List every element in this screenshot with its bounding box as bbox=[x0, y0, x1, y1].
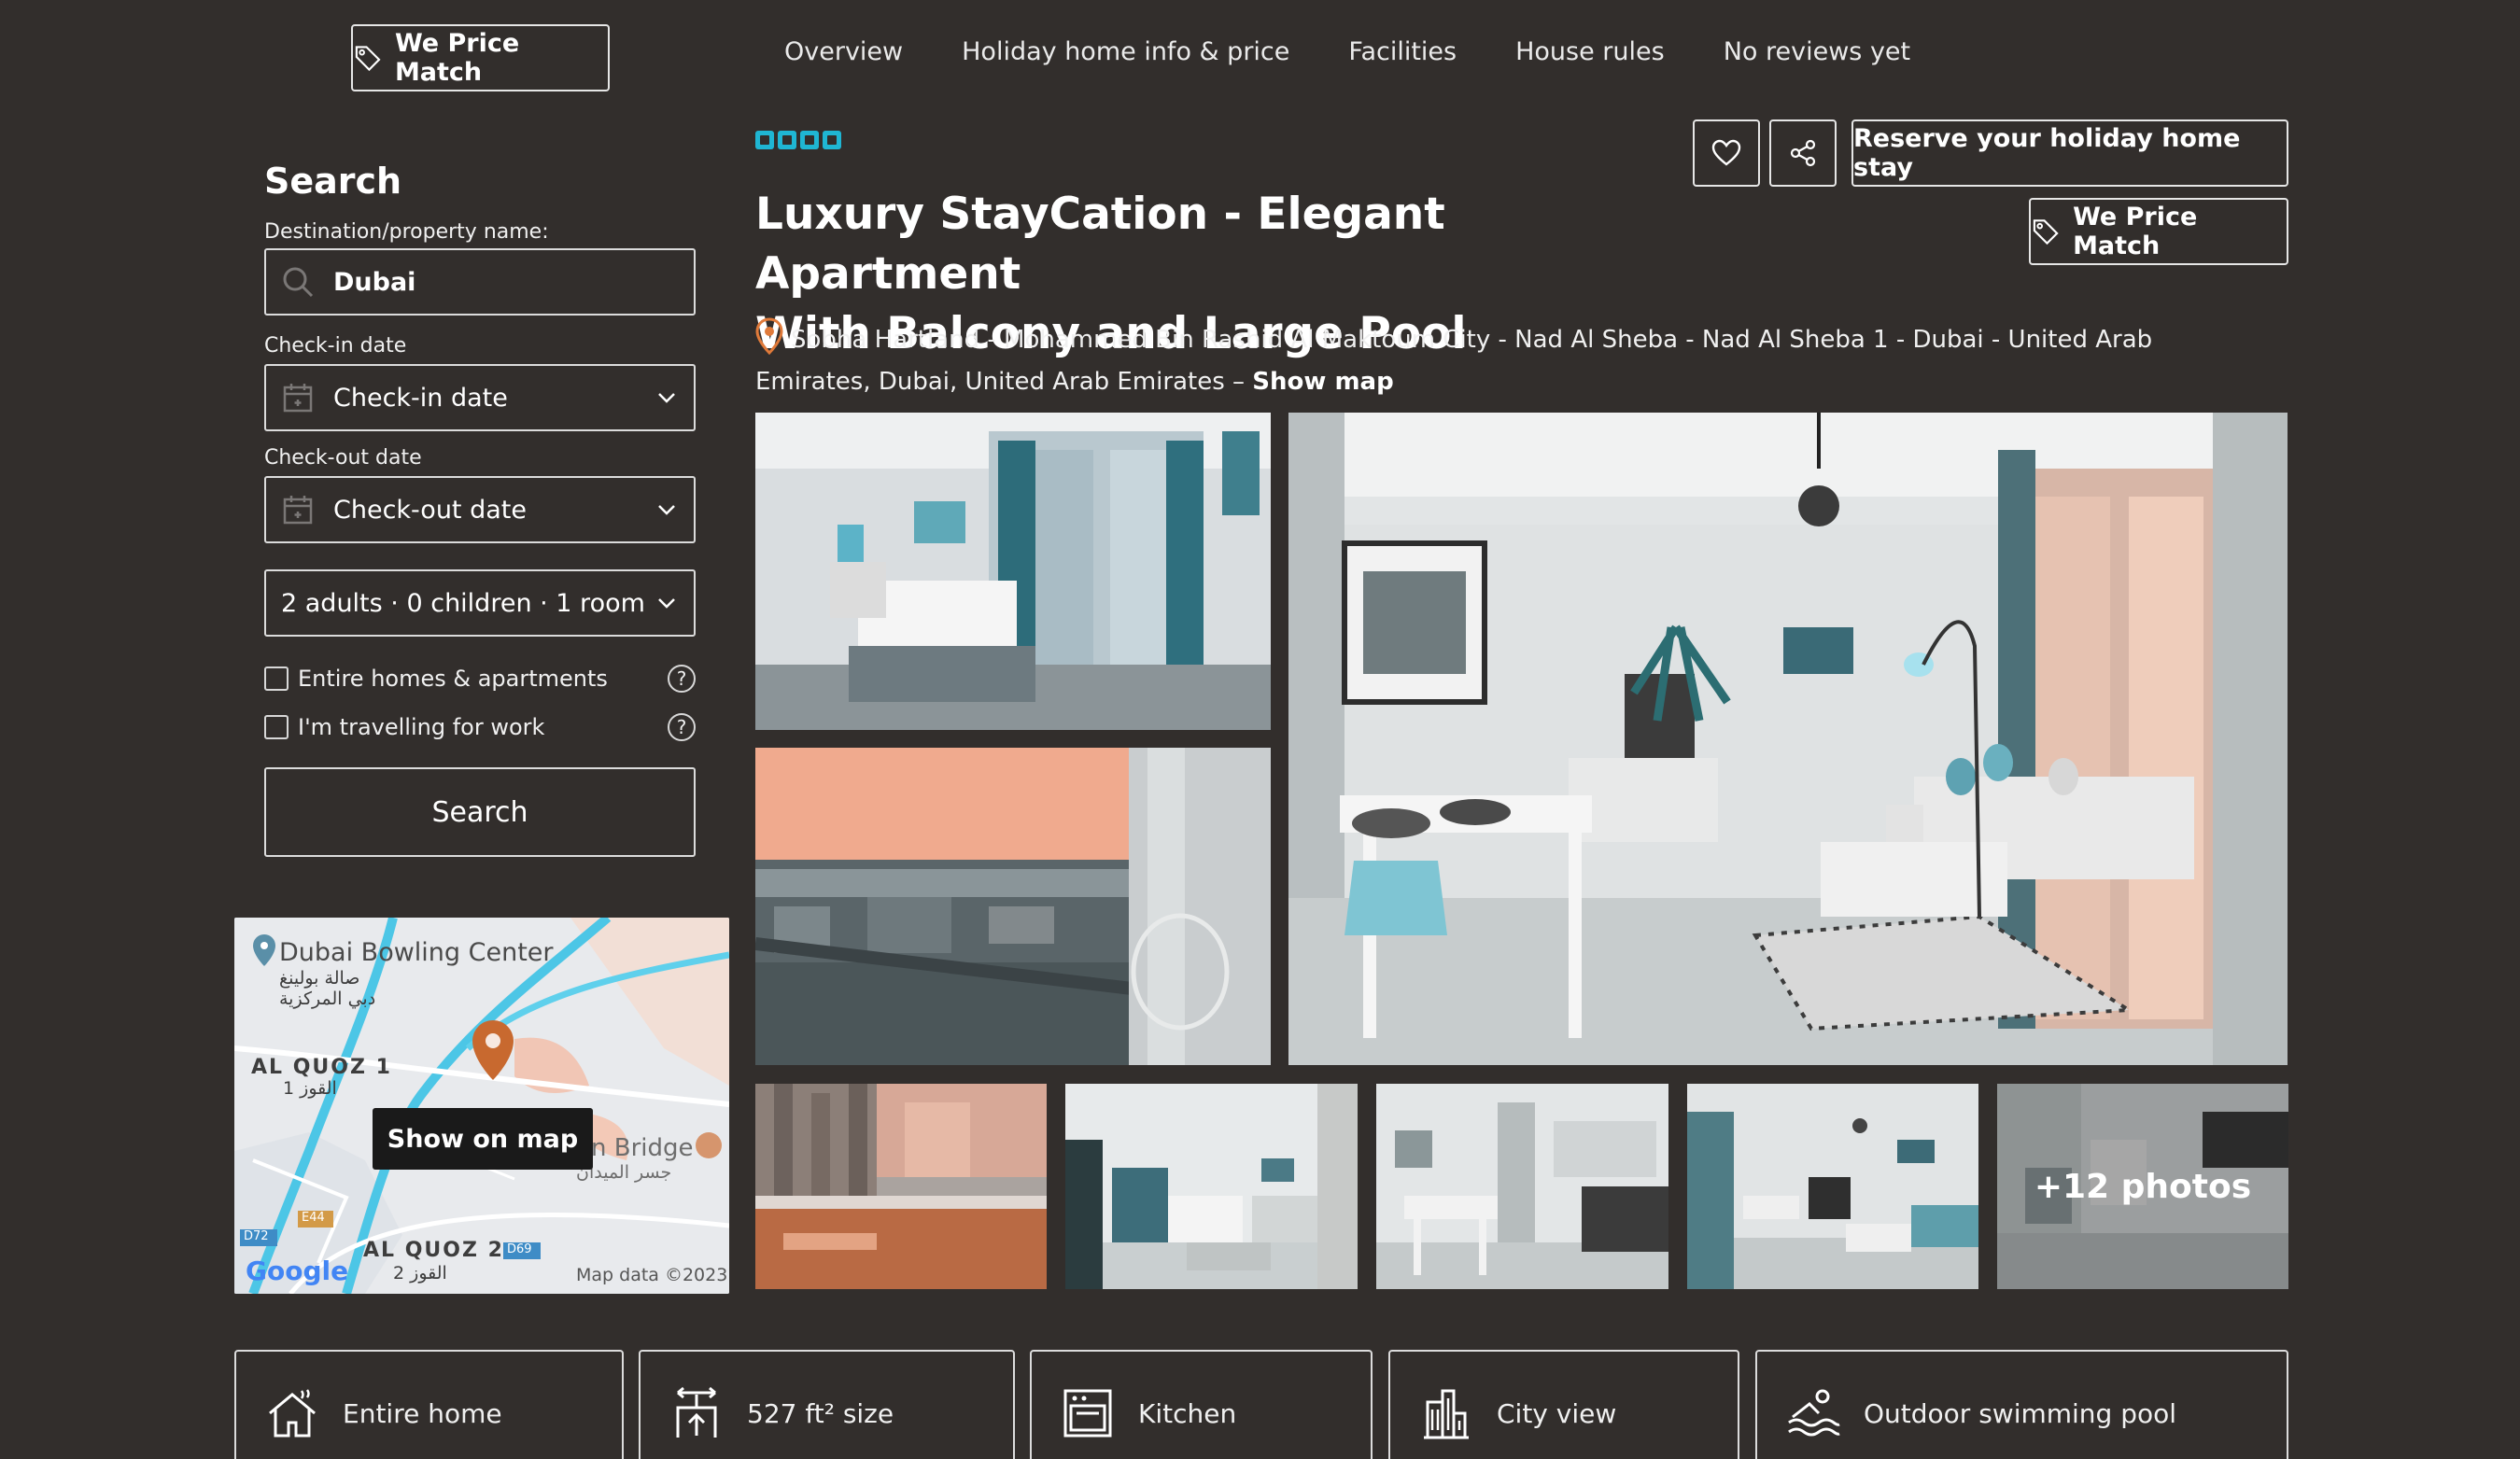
amenity-label: Entire home bbox=[343, 1398, 502, 1429]
entire-homes-label: Entire homes & apartments bbox=[298, 666, 608, 692]
photo-thumb-pool-image bbox=[755, 1084, 1047, 1289]
photo-thumb-dining[interactable] bbox=[1376, 1084, 1668, 1289]
chevron-down-icon bbox=[658, 598, 675, 609]
share-button[interactable] bbox=[1769, 119, 1837, 187]
pool-icon bbox=[1788, 1389, 1840, 1437]
amenity-pool: Outdoor swimming pool bbox=[1755, 1350, 2288, 1459]
price-match-label: We Price Match bbox=[394, 29, 520, 87]
help-icon[interactable]: ? bbox=[668, 713, 696, 741]
star-icon bbox=[778, 131, 796, 149]
checkout-label: Check-out date bbox=[264, 446, 422, 470]
tab-info-price[interactable]: Holiday home info & price bbox=[962, 37, 1289, 66]
amenity-entire-home: Entire home bbox=[234, 1350, 624, 1459]
map-road-d69: D69 bbox=[507, 1242, 532, 1256]
calendar-icon bbox=[283, 384, 313, 413]
destination-input[interactable]: Dubai bbox=[264, 248, 696, 316]
amenity-label: 527 ft² size bbox=[747, 1398, 894, 1429]
guests-select[interactable]: 2 adults · 0 children · 1 room bbox=[264, 569, 696, 637]
filter-work-travel: I'm travelling for work ? bbox=[264, 713, 696, 741]
destination-value: Dubai bbox=[333, 267, 416, 297]
checkout-field[interactable]: Check-out date bbox=[264, 476, 696, 543]
search-button[interactable]: Search bbox=[264, 767, 696, 857]
amenity-size: 527 ft² size bbox=[639, 1350, 1015, 1459]
google-logo: Google bbox=[246, 1256, 349, 1286]
photo-thumb-living[interactable] bbox=[1065, 1084, 1358, 1289]
star-rating bbox=[755, 131, 841, 149]
photo-bedroom[interactable] bbox=[755, 413, 1271, 730]
map-label-alquoz2-ar: 2 القوز bbox=[393, 1263, 447, 1284]
kitchen-icon bbox=[1063, 1389, 1112, 1438]
photo-thumb-living-image bbox=[1065, 1084, 1358, 1289]
property-title-line1: Luxury StayCation - Elegant Apartment bbox=[755, 189, 1445, 300]
map-preview[interactable]: Dubai Bowling Center صالة بولينغ دبي الم… bbox=[234, 918, 729, 1294]
map-road-e44: E44 bbox=[302, 1211, 325, 1225]
favorite-button[interactable] bbox=[1693, 119, 1760, 187]
guests-value: 2 adults · 0 children · 1 room bbox=[281, 588, 645, 618]
search-title: Search bbox=[264, 161, 402, 202]
filter-entire-homes: Entire homes & apartments ? bbox=[264, 665, 696, 693]
tag-icon bbox=[2033, 219, 2059, 246]
entire-homes-checkbox[interactable] bbox=[264, 666, 289, 691]
checkin-field[interactable]: Check-in date bbox=[264, 364, 696, 431]
destination-label: Destination/property name: bbox=[264, 220, 549, 244]
work-travel-checkbox[interactable] bbox=[264, 715, 289, 739]
tag-icon bbox=[355, 46, 381, 72]
show-on-map-button[interactable]: Show on map bbox=[373, 1108, 593, 1170]
tab-facilities[interactable]: Facilities bbox=[1348, 37, 1457, 66]
home-icon bbox=[269, 1389, 316, 1438]
tab-house-rules[interactable]: House rules bbox=[1515, 37, 1665, 66]
top-nav: Overview Holiday home info & price Facil… bbox=[784, 37, 1910, 66]
map-label-alquoz1: AL QUOZ 1 bbox=[251, 1056, 392, 1079]
reserve-button[interactable]: Reserve your holiday home stay bbox=[1851, 119, 2288, 187]
map-label-bowling-ar1: صالة بولينغ bbox=[279, 968, 360, 989]
amenity-label: Outdoor swimming pool bbox=[1864, 1398, 2177, 1429]
search-icon bbox=[283, 267, 314, 298]
photo-thumb-dining-image bbox=[1376, 1084, 1668, 1289]
map-label-bowling-ar2: دبي المركزية bbox=[279, 989, 376, 1009]
price-match-button-top[interactable]: We Price Match bbox=[351, 24, 610, 91]
photo-thumb-lounge[interactable] bbox=[1687, 1084, 1978, 1289]
size-icon bbox=[676, 1386, 717, 1438]
tab-reviews[interactable]: No reviews yet bbox=[1724, 37, 1910, 66]
chevron-down-icon bbox=[658, 505, 675, 515]
property-address: Sobha Hartland - Mohammed Bin Rashid Al … bbox=[755, 319, 2249, 403]
help-icon[interactable]: ? bbox=[668, 665, 696, 693]
checkin-label: Check-in date bbox=[264, 334, 407, 358]
heart-icon bbox=[1711, 139, 1741, 166]
photo-balcony[interactable] bbox=[755, 748, 1271, 1065]
amenity-city-view: City view bbox=[1388, 1350, 1739, 1459]
map-label-alquoz2: AL QUOZ 2 bbox=[363, 1239, 504, 1262]
calendar-icon bbox=[283, 496, 313, 525]
amenity-label: City view bbox=[1497, 1398, 1617, 1429]
photo-living-room-image bbox=[1288, 413, 2288, 1065]
address-text: Sobha Hartland - Mohammed Bin Rashid Al … bbox=[755, 326, 2153, 396]
star-icon bbox=[800, 131, 819, 149]
chevron-down-icon bbox=[658, 393, 675, 403]
more-photos-label: +12 photos bbox=[1997, 1084, 2288, 1289]
city-icon bbox=[1424, 1389, 1469, 1439]
amenity-label: Kitchen bbox=[1138, 1398, 1237, 1429]
show-map-link[interactable]: Show map bbox=[1252, 368, 1393, 396]
price-match-label: We Price Match bbox=[2073, 203, 2198, 260]
photo-thumb-more[interactable]: +12 photos bbox=[1997, 1084, 2288, 1289]
amenity-kitchen: Kitchen bbox=[1030, 1350, 1373, 1459]
share-icon bbox=[1790, 139, 1816, 167]
star-icon bbox=[755, 131, 774, 149]
price-match-button-right[interactable]: We Price Match bbox=[2029, 198, 2288, 265]
star-icon bbox=[823, 131, 841, 149]
map-label-bridge: n Bridge bbox=[591, 1134, 694, 1162]
photo-bedroom-image bbox=[755, 413, 1271, 730]
work-travel-label: I'm travelling for work bbox=[298, 714, 545, 740]
checkin-value: Check-in date bbox=[333, 383, 508, 413]
checkout-value: Check-out date bbox=[333, 495, 527, 525]
photo-thumb-lounge-image bbox=[1687, 1084, 1978, 1289]
map-label-bowling: Dubai Bowling Center bbox=[279, 938, 554, 967]
photo-living-room[interactable] bbox=[1288, 413, 2288, 1065]
map-road-d72: D72 bbox=[244, 1229, 269, 1243]
map-credit: Map data ©2023 bbox=[576, 1265, 728, 1285]
map-label-alquoz1-ar: 1 القوز bbox=[283, 1078, 337, 1099]
photo-thumb-pool[interactable] bbox=[755, 1084, 1047, 1289]
tab-overview[interactable]: Overview bbox=[784, 37, 903, 66]
photo-balcony-image bbox=[755, 748, 1271, 1065]
